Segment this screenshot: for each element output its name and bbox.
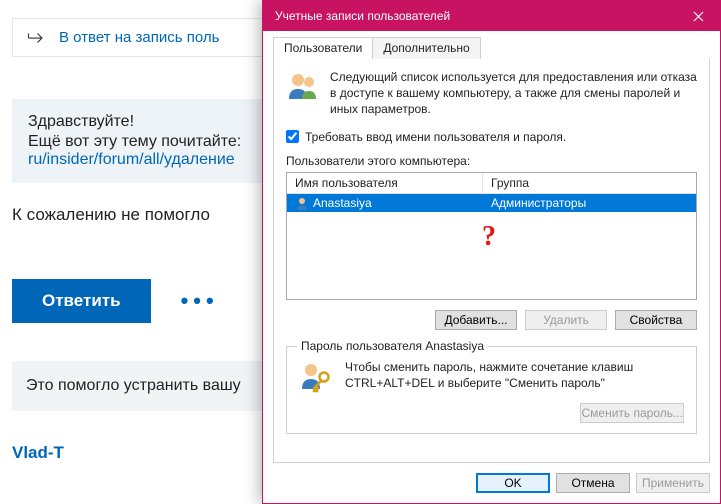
cell-username: Anastasiya <box>287 195 483 211</box>
cell-group: Администраторы <box>483 195 696 211</box>
properties-button[interactable]: Свойства <box>615 310 697 330</box>
password-row: Чтобы сменить пароль, нажмите сочетание … <box>299 359 684 393</box>
column-group[interactable]: Группа <box>483 173 696 193</box>
dialog-body: Пользователи Дополнительно Следующий спи… <box>263 31 720 463</box>
reply-to-text: В ответ на запись поль <box>59 29 219 46</box>
password-groupbox: Пароль пользователя Anastasiya Чтобы сме… <box>286 346 697 434</box>
cell-username-text: Anastasiya <box>313 196 372 210</box>
users-list-label: Пользователи этого компьютера: <box>286 154 697 168</box>
require-login-row[interactable]: Требовать ввод имени пользователя и паро… <box>286 130 697 144</box>
question-mark-annotation: ? <box>482 221 496 253</box>
close-button[interactable] <box>676 1 720 31</box>
column-user[interactable]: Имя пользователя <box>287 173 483 193</box>
ok-button[interactable]: OK <box>476 473 550 493</box>
add-user-button[interactable]: Добавить... <box>435 310 517 330</box>
user-icon <box>295 196 309 210</box>
password-button-row: Сменить пароль... <box>299 403 684 423</box>
intro-row: Следующий список используется для предос… <box>286 69 697 118</box>
password-instructions: Чтобы сменить пароль, нажмите сочетание … <box>345 359 684 393</box>
reply-arrow-icon <box>27 31 45 45</box>
tab-users[interactable]: Пользователи <box>273 37 373 59</box>
tab-strip: Пользователи Дополнительно <box>273 37 710 59</box>
reply-button[interactable]: Ответить <box>12 279 151 323</box>
list-buttons: Добавить... Удалить Свойства <box>286 310 697 330</box>
dialog-titlebar: Учетные записи пользователей <box>263 1 720 31</box>
more-actions-icon[interactable]: ••• <box>181 288 219 314</box>
apply-button: Применить <box>636 473 710 493</box>
list-header: Имя пользователя Группа <box>287 173 696 194</box>
cancel-button[interactable]: Отмена <box>556 473 630 493</box>
dialog-title: Учетные записи пользователей <box>275 9 450 23</box>
dialog-footer: OK Отмена Применить <box>263 463 720 503</box>
key-icon <box>299 359 333 393</box>
users-list[interactable]: Имя пользователя Группа Anastasiya Админ… <box>286 172 697 300</box>
user-accounts-dialog: Учетные записи пользователей Пользовател… <box>262 0 721 504</box>
table-row[interactable]: Anastasiya Администраторы <box>287 194 696 212</box>
tab-content-users: Следующий список используется для предос… <box>273 59 710 463</box>
users-icon <box>286 69 320 103</box>
tab-additional[interactable]: Дополнительно <box>372 37 480 59</box>
change-password-button: Сменить пароль... <box>580 403 684 423</box>
require-login-label: Требовать ввод имени пользователя и паро… <box>305 130 566 144</box>
delete-user-button: Удалить <box>525 310 607 330</box>
intro-text: Следующий список используется для предос… <box>330 69 697 118</box>
password-legend: Пароль пользователя Anastasiya <box>297 339 488 353</box>
close-icon <box>693 11 704 22</box>
require-login-checkbox[interactable] <box>286 130 299 143</box>
quote-link[interactable]: ru/insider/forum/all/удаление <box>28 151 235 168</box>
